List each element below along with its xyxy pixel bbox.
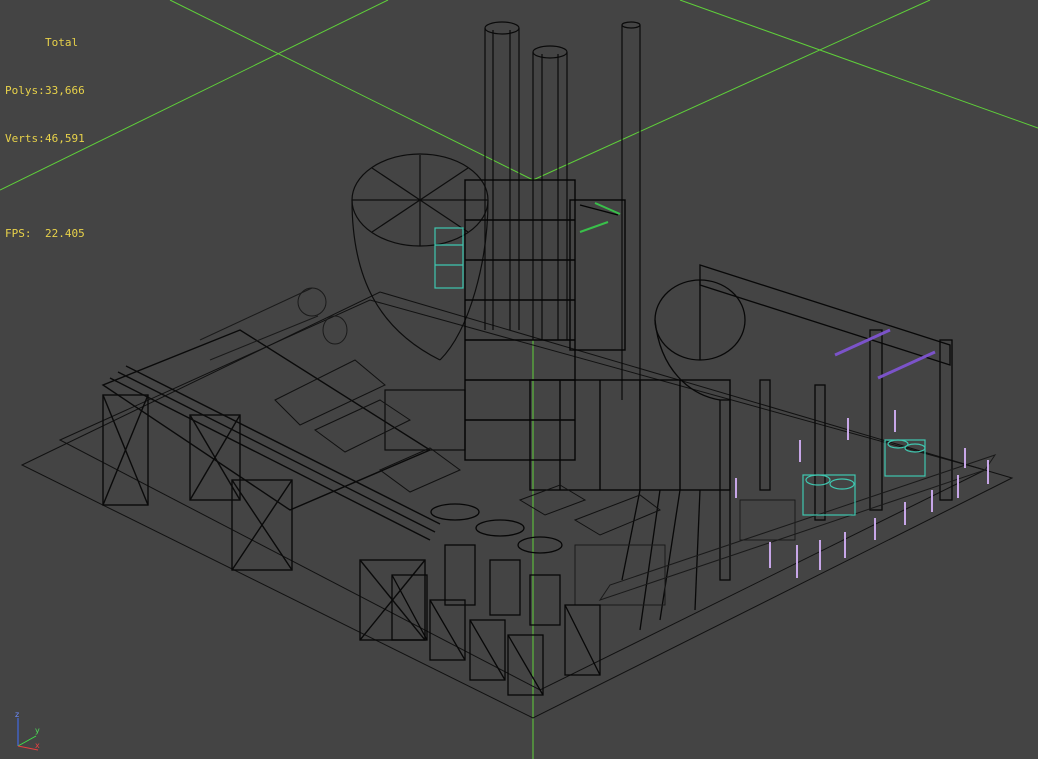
horizontal-tanks xyxy=(199,287,348,361)
fps-row: FPS: 22.405 xyxy=(5,226,85,242)
stats-header: Total xyxy=(45,36,79,49)
lower-tower-cluster xyxy=(391,503,601,696)
viewport-statistics: Total Polys: 33,666 Verts: 46,591 FPS: 2… xyxy=(5,3,85,274)
platform-right xyxy=(574,454,997,606)
green-rail xyxy=(579,202,621,233)
walkway-railings xyxy=(274,359,661,536)
axis-gizmo-icon: z y x xyxy=(10,710,46,752)
3d-viewport[interactable]: Total Polys: 33,666 Verts: 46,591 FPS: 2… xyxy=(0,0,1038,759)
verts-row: Verts: 46,591 xyxy=(5,131,85,147)
verts-value: 46,591 xyxy=(45,132,85,145)
axis-y-label: y xyxy=(35,726,40,735)
axis-z-label: z xyxy=(15,710,20,719)
purple-pipes xyxy=(834,328,936,380)
dome-structure xyxy=(351,153,489,451)
axis-x-label: x xyxy=(35,741,40,750)
chimneys xyxy=(484,21,641,400)
left-pipe-rack xyxy=(101,329,441,641)
wireframe-scene[interactable] xyxy=(0,0,1038,759)
polys-label: Polys: xyxy=(5,84,45,97)
base-plate xyxy=(20,291,1014,719)
polys-row: Polys: 33,666 xyxy=(5,83,85,99)
verts-label: Verts: xyxy=(5,132,45,145)
polys-value: 33,666 xyxy=(45,84,85,97)
fps-label: FPS: xyxy=(5,227,32,240)
fps-value: 22.405 xyxy=(45,227,85,240)
